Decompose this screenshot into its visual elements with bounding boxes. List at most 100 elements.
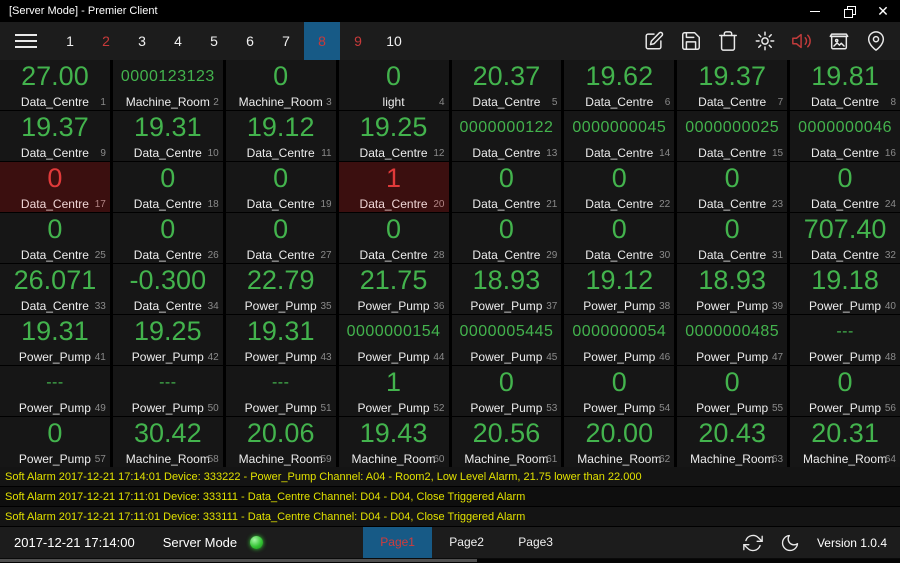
sensor-index: 6 <box>664 97 671 108</box>
tab-page3[interactable]: Page3 <box>501 527 570 558</box>
close-button[interactable]: ✕ <box>866 0 900 22</box>
sensor-footer: Data_Centre 32 <box>790 246 900 263</box>
sensor-cell[interactable]: 19.43 Machine_Room 60 <box>338 417 449 467</box>
scrollbar-thumb[interactable] <box>0 559 477 562</box>
sensor-cell[interactable]: 0 Data_Centre 21 <box>451 162 562 212</box>
sound-button[interactable] <box>791 30 813 52</box>
sensor-cell[interactable]: 0 Data_Centre 28 <box>338 213 449 263</box>
sensor-cell[interactable]: 0 Power_Pump 53 <box>451 366 562 416</box>
page-button-7[interactable]: 7 <box>268 22 304 60</box>
night-mode-button[interactable] <box>780 533 800 553</box>
sensor-cell[interactable]: --- Power_Pump 49 <box>0 366 110 416</box>
sensor-cell[interactable]: 0 Data_Centre 30 <box>564 213 675 263</box>
page-button-1[interactable]: 1 <box>52 22 88 60</box>
alarm-row[interactable]: Soft Alarm 2017-12-21 17:11:01 Device: 3… <box>0 507 900 527</box>
sensor-cell[interactable]: 0 Power_Pump 56 <box>790 366 900 416</box>
sensor-cell[interactable]: 19.31 Data_Centre 10 <box>112 111 223 161</box>
sensor-cell[interactable]: 20.06 Machine_Room 59 <box>225 417 336 467</box>
sensor-cell[interactable]: 0000000485 Power_Pump 47 <box>677 315 788 365</box>
sensor-footer: Data_Centre 6 <box>564 93 674 110</box>
sensor-cell[interactable]: 19.12 Power_Pump 38 <box>564 264 675 314</box>
tab-page1[interactable]: Page1 <box>363 527 433 558</box>
sensor-cell[interactable]: 0 Power_Pump 55 <box>677 366 788 416</box>
sensor-cell[interactable]: 18.93 Power_Pump 37 <box>451 264 562 314</box>
sensor-cell[interactable]: 26.071 Data_Centre 33 <box>0 264 110 314</box>
alarm-row[interactable]: Soft Alarm 2017-12-21 17:14:01 Device: 3… <box>0 467 900 487</box>
sensor-cell[interactable]: 19.37 Data_Centre 7 <box>677 60 788 110</box>
sensor-cell[interactable]: --- Power_Pump 48 <box>790 315 900 365</box>
sensor-cell[interactable]: 0 Data_Centre 18 <box>112 162 223 212</box>
sensor-cell[interactable]: 30.42 Machine_Room 58 <box>112 417 223 467</box>
sensor-cell[interactable]: 20.37 Data_Centre 5 <box>451 60 562 110</box>
sensor-cell[interactable]: --- Power_Pump 50 <box>112 366 223 416</box>
sensor-cell[interactable]: 0000000154 Power_Pump 44 <box>338 315 449 365</box>
page-button-4[interactable]: 4 <box>160 22 196 60</box>
sensor-footer: Machine_Room 2 <box>113 93 223 110</box>
sensor-cell[interactable]: 19.12 Data_Centre 11 <box>225 111 336 161</box>
sensor-cell[interactable]: 19.31 Power_Pump 41 <box>0 315 110 365</box>
sensor-cell[interactable]: 0000005445 Power_Pump 45 <box>451 315 562 365</box>
sensor-cell[interactable]: 0 Data_Centre 25 <box>0 213 110 263</box>
sensor-cell[interactable]: 1 Power_Pump 52 <box>338 366 449 416</box>
sensor-cell[interactable]: 707.40 Data_Centre 32 <box>790 213 900 263</box>
sensor-cell[interactable]: 0000123123 Machine_Room 2 <box>112 60 223 110</box>
page-button-6[interactable]: 6 <box>232 22 268 60</box>
restore-button[interactable] <box>832 0 866 22</box>
sensor-cell[interactable]: -0.300 Data_Centre 34 <box>112 264 223 314</box>
sensor-cell[interactable]: 19.31 Power_Pump 43 <box>225 315 336 365</box>
sensor-cell[interactable]: 21.75 Power_Pump 36 <box>338 264 449 314</box>
sensor-cell[interactable]: 0 Data_Centre 19 <box>225 162 336 212</box>
sensor-cell[interactable]: --- Power_Pump 51 <box>225 366 336 416</box>
sensor-cell[interactable]: 20.00 Machine_Room 62 <box>564 417 675 467</box>
page-button-3[interactable]: 3 <box>124 22 160 60</box>
sensor-cell[interactable]: 19.18 Power_Pump 40 <box>790 264 900 314</box>
sensor-cell[interactable]: 0 Machine_Room 3 <box>225 60 336 110</box>
sensor-cell[interactable]: 0 Power_Pump 54 <box>564 366 675 416</box>
edit-button[interactable] <box>643 30 665 52</box>
sensor-cell[interactable]: 19.25 Data_Centre 12 <box>338 111 449 161</box>
location-button[interactable] <box>865 30 887 52</box>
sensor-cell[interactable]: 27.00 Data_Centre 1 <box>0 60 110 110</box>
sensor-cell[interactable]: 0000000045 Data_Centre 14 <box>564 111 675 161</box>
sensor-cell[interactable]: 0000000046 Data_Centre 16 <box>790 111 900 161</box>
sensor-cell[interactable]: 20.31 Machine_Room 64 <box>790 417 900 467</box>
sensor-value: 19.12 <box>585 265 654 295</box>
sensor-cell[interactable]: 0 Data_Centre 17 <box>0 162 110 212</box>
sensor-cell[interactable]: 18.93 Power_Pump 39 <box>677 264 788 314</box>
save-button[interactable] <box>680 30 702 52</box>
sensor-cell[interactable]: 0 Power_Pump 57 <box>0 417 110 467</box>
page-button-2[interactable]: 2 <box>88 22 124 60</box>
tab-page2[interactable]: Page2 <box>432 527 501 558</box>
sensor-cell[interactable]: 0 Data_Centre 23 <box>677 162 788 212</box>
refresh-button[interactable] <box>743 533 763 553</box>
settings-button[interactable] <box>754 30 776 52</box>
minimize-button[interactable] <box>798 0 832 22</box>
sensor-cell[interactable]: 0 Data_Centre 22 <box>564 162 675 212</box>
sensor-cell[interactable]: 0 Data_Centre 26 <box>112 213 223 263</box>
page-button-8[interactable]: 8 <box>304 22 340 60</box>
sensor-cell[interactable]: 20.43 Machine_Room 63 <box>677 417 788 467</box>
sensor-cell[interactable]: 0000000122 Data_Centre 13 <box>451 111 562 161</box>
sensor-cell[interactable]: 19.37 Data_Centre 9 <box>0 111 110 161</box>
sensor-cell[interactable]: 0 Data_Centre 31 <box>677 213 788 263</box>
sensor-cell[interactable]: 0 light 4 <box>338 60 449 110</box>
alarm-row[interactable]: Soft Alarm 2017-12-21 17:11:01 Device: 3… <box>0 487 900 507</box>
sensor-cell[interactable]: 0000000054 Power_Pump 46 <box>564 315 675 365</box>
sensor-cell[interactable]: 19.25 Power_Pump 42 <box>112 315 223 365</box>
sensor-cell[interactable]: 0 Data_Centre 29 <box>451 213 562 263</box>
delete-button[interactable] <box>717 30 739 52</box>
sensor-cell[interactable]: 0 Data_Centre 24 <box>790 162 900 212</box>
sensor-cell[interactable]: 22.79 Power_Pump 35 <box>225 264 336 314</box>
page-button-5[interactable]: 5 <box>196 22 232 60</box>
sensor-index: 30 <box>659 250 671 261</box>
snapshot-button[interactable] <box>828 30 850 52</box>
sensor-cell[interactable]: 19.62 Data_Centre 6 <box>564 60 675 110</box>
sensor-cell[interactable]: 0000000025 Data_Centre 15 <box>677 111 788 161</box>
page-button-9[interactable]: 9 <box>340 22 376 60</box>
page-button-10[interactable]: 10 <box>376 22 412 60</box>
menu-button[interactable] <box>15 34 37 48</box>
sensor-cell[interactable]: 19.81 Data_Centre 8 <box>790 60 900 110</box>
sensor-cell[interactable]: 0 Data_Centre 27 <box>225 213 336 263</box>
sensor-cell[interactable]: 20.56 Machine_Room 61 <box>451 417 562 467</box>
sensor-cell[interactable]: 1 Data_Centre 20 <box>338 162 449 212</box>
